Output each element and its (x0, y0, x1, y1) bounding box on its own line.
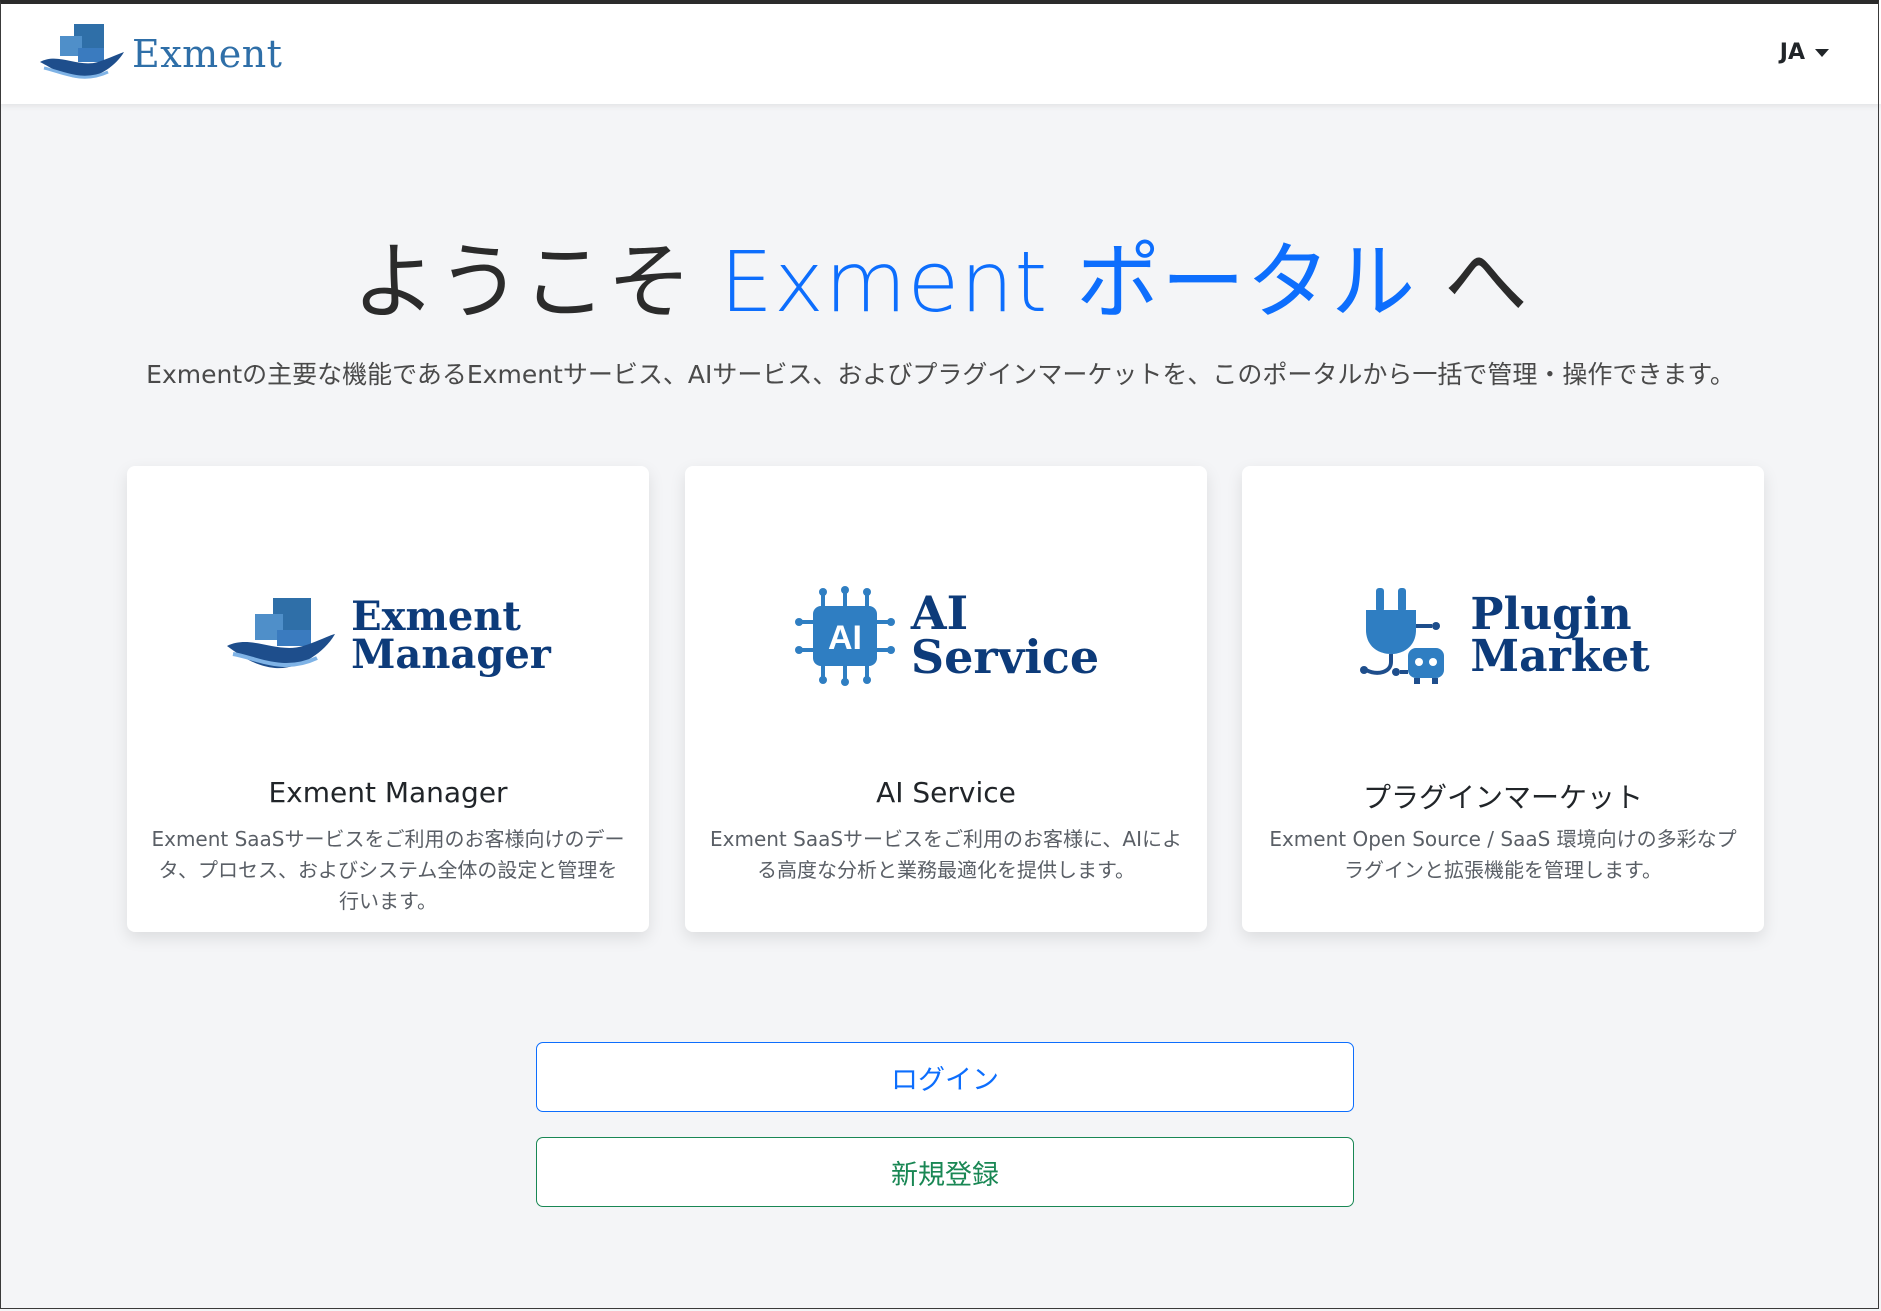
brand-logo[interactable]: Exment (38, 22, 282, 86)
logo-line2: Market (1470, 631, 1650, 682)
card-description: Exment SaaSサービスをご利用のお客様に、AIによる高度な分析と業務最適… (709, 827, 1183, 882)
exment-logo-icon (40, 24, 124, 79)
card-title: Exment Manager (268, 776, 508, 809)
card-description: Exment Open Source / SaaS 環境向けの多彩なプラグインと… (1269, 827, 1737, 882)
brand-name: Exment (132, 32, 283, 76)
title-suffix: へ (1416, 233, 1529, 331)
card-ai-service[interactable]: AI AI Service AI Service Exment SaaSサービス… (685, 466, 1207, 932)
language-label: JA (1779, 40, 1805, 65)
plugin-market-logo: Plugin Market (1242, 576, 1764, 696)
ai-chip-icon: AI (794, 586, 895, 686)
page-title: ようこそ Exment ポータル へ (0, 215, 1881, 336)
title-prefix: ようこそ (352, 233, 720, 331)
card-exment-manager[interactable]: Exment Manager Exment Manager Exment Saa… (127, 466, 649, 932)
title-accent: Exment ポータル (719, 233, 1417, 331)
card-title: AI Service (876, 776, 1016, 809)
logo-line2: Manager (351, 631, 551, 678)
logo-line2: Service (910, 630, 1100, 684)
top-navbar: Exment JA (0, 0, 1881, 104)
plug-icon (1360, 588, 1445, 684)
ai-chip-badge: AI (828, 619, 862, 657)
card-plugin-market[interactable]: Plugin Market プラグインマーケット Exment Open Sou… (1242, 466, 1764, 932)
register-button[interactable]: 新規登録 (536, 1137, 1354, 1207)
exment-manager-logo: Exment Manager (127, 576, 649, 696)
login-button[interactable]: ログイン (536, 1042, 1354, 1112)
caret-down-icon (1815, 48, 1829, 57)
ai-service-logo: AI AI Service (685, 576, 1207, 696)
card-description: Exment SaaSサービスをご利用のお客様向けのデータ、プロセス、およびシス… (151, 827, 625, 913)
page-subtitle: Exmentの主要な機能であるExmentサービス、AIサービス、およびプラグイ… (146, 360, 1735, 389)
exment-manager-icon (227, 598, 336, 669)
language-dropdown[interactable]: JA (1780, 40, 1829, 65)
card-title: プラグインマーケット (1362, 781, 1643, 814)
logo-line1: Plugin (1470, 589, 1632, 641)
